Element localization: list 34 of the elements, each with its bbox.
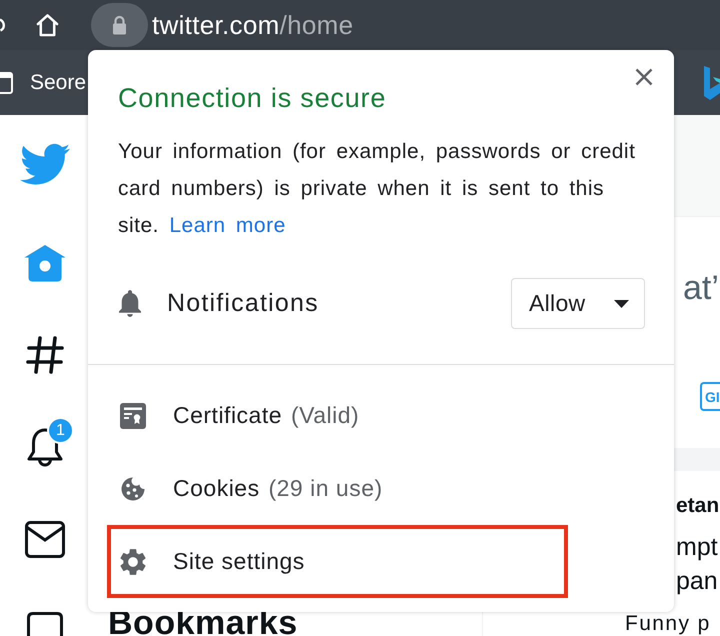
permission-label: Notifications — [167, 289, 319, 318]
close-button[interactable] — [635, 68, 653, 86]
certificate-icon — [120, 402, 146, 428]
tweet-text: pan — [676, 566, 718, 597]
permission-select[interactable]: Allow — [511, 278, 645, 329]
bell-icon — [119, 290, 141, 317]
settings-icon — [120, 548, 146, 574]
reload-icon[interactable] — [0, 18, 5, 32]
mail-icon[interactable] — [25, 520, 65, 558]
menu-item[interactable]: Site settings — [107, 525, 568, 598]
close-icon — [635, 68, 653, 86]
bookmark-item[interactable]: Seore — [0, 70, 86, 94]
compose-field[interactable]: at’ — [674, 260, 720, 316]
tweet-text: mpt — [676, 532, 718, 563]
menu-item[interactable]: Cookies (29 in use) — [107, 452, 568, 525]
home-icon[interactable] — [36, 13, 59, 37]
notification-badge: 1 — [47, 416, 74, 444]
site-info-button[interactable] — [91, 3, 148, 47]
logo-icon[interactable] — [704, 66, 720, 100]
address-text[interactable]: twitter.com/home — [152, 10, 354, 40]
learn-more-link[interactable]: Learn more — [169, 214, 286, 237]
menu-item[interactable]: Certificate (Valid) — [107, 379, 568, 452]
lock-icon — [112, 15, 127, 35]
tweet-author: etan — [676, 493, 720, 519]
description-text: Your information (for example, passwords or credit card numbers) is private when it is sent to this site. Learn more — [118, 139, 636, 239]
tweet-text: Funny p — [625, 613, 711, 634]
bookmark-icon[interactable] — [27, 612, 63, 636]
caret-icon — [614, 300, 629, 308]
hashtag-icon[interactable] — [26, 335, 64, 375]
window-icon — [0, 72, 13, 94]
bird-icon[interactable] — [20, 143, 70, 185]
cookie-icon — [120, 476, 146, 502]
nav-label[interactable]: Bookmarks — [108, 610, 298, 636]
popup-title: Connection is secure — [118, 82, 386, 114]
